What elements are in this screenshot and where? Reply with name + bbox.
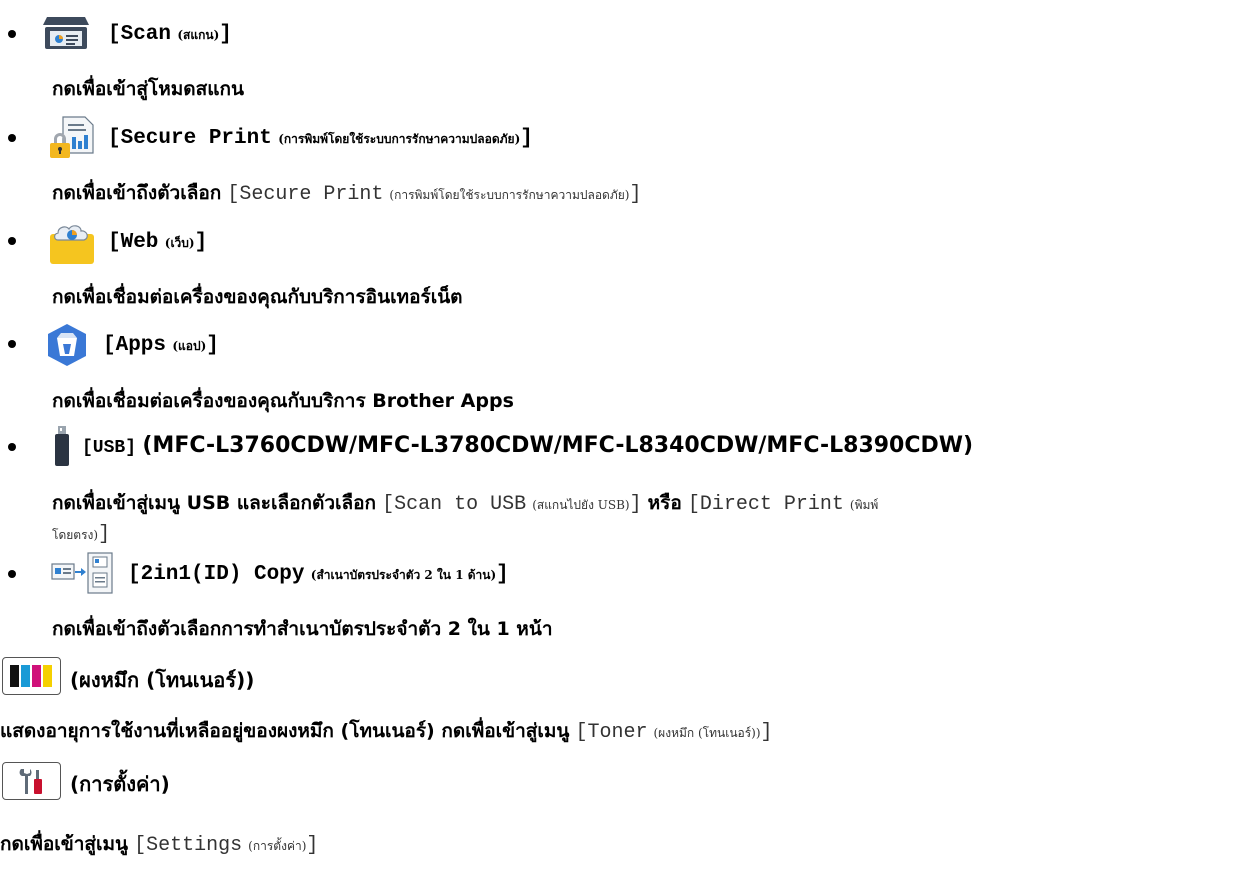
web-description: กดเพื่อเชื่อมต่อเครื่องของคุณกับบริการอิ… [52,286,463,308]
apps-description: กดเพื่อเชื่อมต่อเครื่องของคุณกับบริการ B… [52,390,514,412]
secure-print-heading: [Secure Print (การพิมพ์โดยใช้ระบบการรักษ… [108,127,533,150]
list-bullet [8,30,16,38]
scan-heading: [Scan (สแกน)] [108,23,232,46]
id-copy-heading: [2in1(ID) Copy (สำเนาบัตรประจำตัว 2 ใน 1… [128,563,509,586]
toner-icon-box [2,657,61,695]
usb-description: กดเพื่อเข้าสู่เมนู USB และเลือกตัวเลือก … [52,492,879,516]
list-bullet [8,237,16,245]
scan-icon [41,11,91,51]
settings-icon [17,767,47,795]
web-icon [44,218,100,266]
settings-description: กดเพื่อเข้าสู่เมนู [Settings (การตั้งค่า… [0,833,319,857]
toner-heading: (ผงหมึก (โทนเนอร์)) [70,668,255,692]
list-bullet [8,340,16,348]
usb-heading: [USB] (MFC-L3760CDW/MFC-L3780CDW/MFC-L83… [82,433,974,458]
scan-description: กดเพื่อเข้าสู่โหมดสแกน [52,78,244,100]
toner-description: แสดงอายุการใช้งานที่เหลืออยู่ของผงหมึก (… [0,720,773,744]
list-bullet [8,443,16,451]
settings-icon-box [2,762,61,800]
web-heading: [Web (เว็บ)] [108,231,208,254]
secure-print-icon [47,115,99,159]
usb-description-continued: โดยตรง)] [52,523,111,546]
apps-heading: [Apps (แอป)] [103,334,219,357]
secure-print-description: กดเพื่อเข้าถึงตัวเลือก [Secure Print (กา… [52,182,642,206]
list-bullet [8,134,16,142]
list-bullet [8,570,16,578]
usb-drive-icon [55,426,69,466]
toner-icon [10,665,52,687]
id-copy-icon [50,551,116,595]
apps-icon [44,322,90,368]
settings-heading: (การตั้งค่า) [70,772,170,796]
id-copy-description: กดเพื่อเข้าถึงตัวเลือกการทำสำเนาบัตรประจ… [52,618,553,640]
